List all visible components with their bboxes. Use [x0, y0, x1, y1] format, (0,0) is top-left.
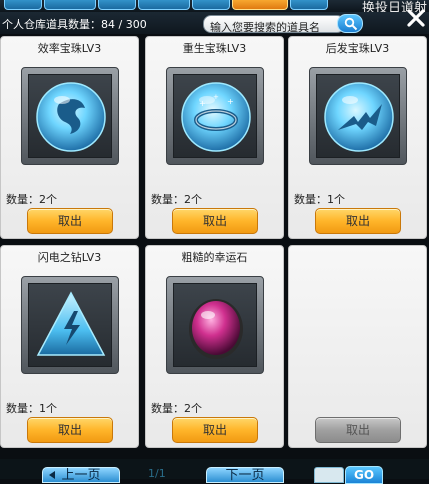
item-slot[interactable]: 重生宝珠LV3 + + + 数量：2个 取出 — [145, 36, 284, 239]
top-tab[interactable] — [192, 0, 230, 10]
take-out-button[interactable]: 取出 — [27, 208, 113, 234]
item-name: 重生宝珠LV3 — [182, 42, 247, 55]
item-icon-frame — [166, 276, 264, 374]
take-out-button[interactable]: 取出 — [315, 208, 401, 234]
lightning-diamond-icon — [36, 291, 106, 356]
item-quantity: 数量：2个 — [151, 402, 202, 415]
top-tab-active[interactable] — [232, 0, 288, 10]
prev-page-button[interactable]: 上一页 — [42, 467, 120, 483]
svg-text:+: + — [227, 97, 234, 106]
top-tab[interactable] — [138, 0, 190, 10]
item-quantity: 数量：1个 — [294, 193, 345, 206]
page-indicator: 1/1 — [148, 467, 166, 480]
pagination-bar: 上一页 1/1 下一页 GO — [0, 459, 429, 484]
go-button[interactable]: GO — [345, 466, 383, 484]
efficiency-orb-icon — [36, 82, 106, 152]
page-number-input[interactable] — [314, 467, 344, 483]
empty-item-slot: 取出 — [288, 245, 427, 448]
item-icon-frame: + + + — [166, 67, 264, 165]
rough-lucky-stone-icon — [189, 299, 243, 359]
search-icon — [344, 17, 358, 31]
warehouse-header: 个人仓库道具数量：84 / 300 — [0, 12, 429, 34]
take-out-button[interactable]: 取出 — [172, 208, 258, 234]
item-name: 效率宝珠LV3 — [37, 42, 102, 55]
top-tab[interactable] — [44, 0, 96, 10]
item-slot[interactable]: 后发宝珠LV3 数量：1个 取出 — [288, 36, 427, 239]
rebirth-orb-icon: + + + — [181, 82, 251, 152]
item-slot[interactable]: 粗糙的幸运石 数量：2个 取出 — [145, 245, 284, 448]
top-tab[interactable] — [4, 0, 42, 10]
next-page-button[interactable]: 下一页 — [206, 467, 284, 483]
take-out-button-disabled: 取出 — [315, 417, 401, 443]
close-icon — [407, 9, 425, 27]
item-icon-frame — [21, 67, 119, 165]
item-icon-frame — [21, 276, 119, 374]
item-slot[interactable]: 闪电之钻LV3 数量：1个 取出 — [0, 245, 139, 448]
item-quantity: 数量：2个 — [6, 193, 57, 206]
take-out-button[interactable]: 取出 — [172, 417, 258, 443]
item-name: 粗糙的幸运石 — [181, 251, 248, 264]
item-name: 后发宝珠LV3 — [325, 42, 390, 55]
item-name: 闪电之钻LV3 — [37, 251, 102, 264]
close-button[interactable] — [406, 8, 426, 28]
item-slot[interactable]: 效率宝珠LV3 数量：2个 取出 — [0, 36, 139, 239]
warehouse-count-label: 个人仓库道具数量：84 / 300 — [2, 18, 147, 31]
prev-page-label: 上一页 — [61, 468, 101, 483]
item-quantity: 数量：1个 — [6, 402, 57, 415]
top-tab-strip: 换投日道射 — [0, 0, 429, 12]
late-start-orb-icon — [324, 82, 394, 152]
item-icon-frame — [309, 67, 407, 165]
search-box[interactable] — [203, 15, 345, 33]
search-input[interactable] — [204, 19, 342, 32]
top-tab[interactable] — [98, 0, 136, 10]
item-quantity: 数量：2个 — [151, 193, 202, 206]
search-button[interactable] — [337, 14, 363, 33]
top-tab[interactable] — [290, 0, 328, 10]
take-out-button[interactable]: 取出 — [27, 417, 113, 443]
next-page-label: 下一页 — [225, 468, 265, 483]
